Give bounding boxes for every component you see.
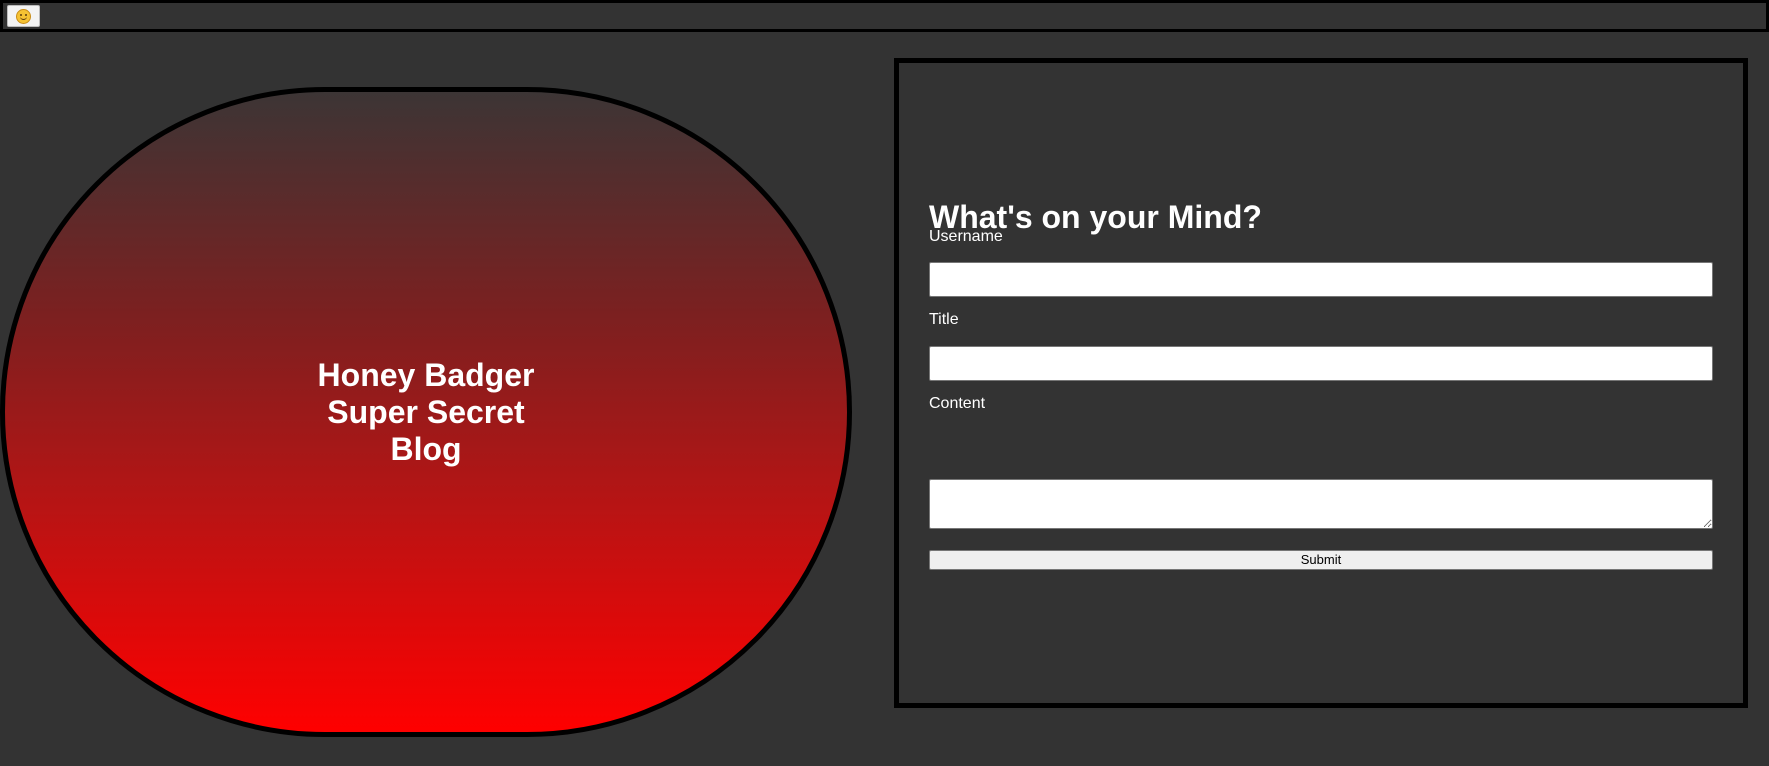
emoji-button[interactable] [7,5,40,27]
submit-button[interactable]: Submit [929,550,1713,570]
title-label: Title [929,311,959,328]
smiley-face-icon [16,8,31,24]
blog-banner: Honey Badger Super Secret Blog [0,87,852,737]
post-form-panel: What's on your Mind? Username Title Cont… [894,58,1748,708]
top-toolbar [0,0,1769,32]
username-label: Username [929,228,1003,245]
title-input[interactable] [929,346,1713,381]
content-label: Content [929,395,986,412]
content-textarea[interactable] [929,479,1713,529]
blog-title: Honey Badger Super Secret Blog [317,356,535,467]
username-input[interactable] [929,262,1713,297]
